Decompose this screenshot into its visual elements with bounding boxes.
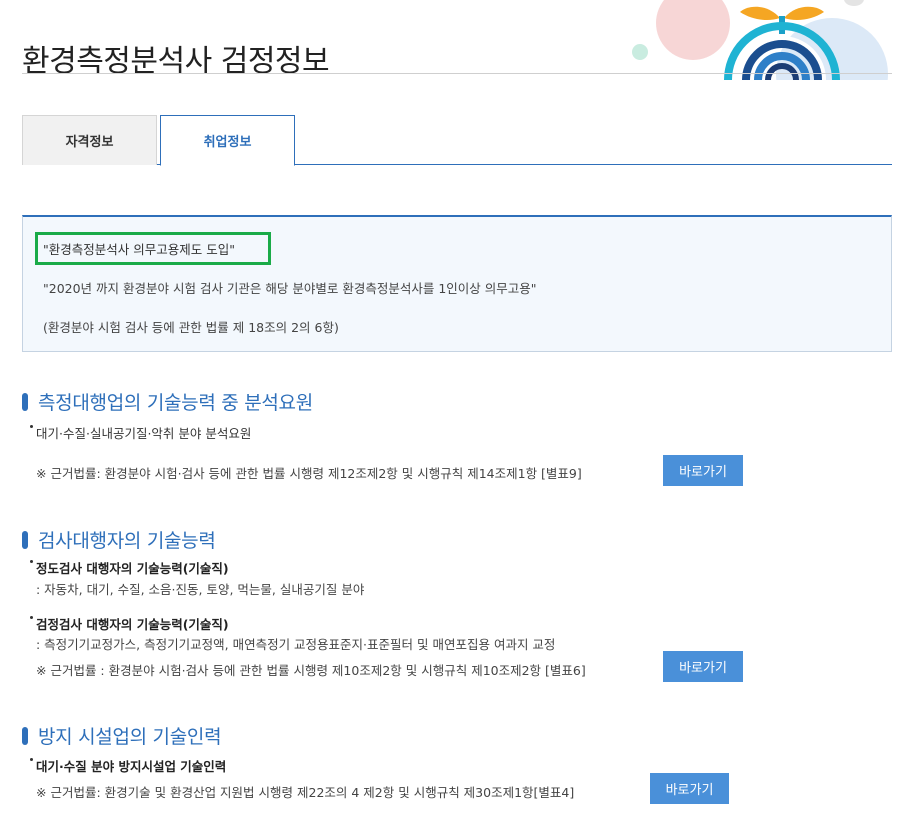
section-bullet: 검정검사 대행자의 기술능력(기술직) [30,614,229,633]
section-title: 검사대행자의 기술능력 [38,530,216,552]
sprout-rings-icon [724,6,840,80]
section-marker-icon [22,392,28,411]
tab-bar: 자격정보 취업정보 [22,115,892,166]
section-title: 측정대행업의 기술능력 중 분석요원 [38,392,313,414]
bullet-dot-icon [30,758,33,761]
bullet-text: 검정검사 대행자의 기술능력(기술직) [36,617,229,632]
section-header: 측정대행업의 기술능력 중 분석요원 [22,388,313,415]
tab-employment-info[interactable]: 취업정보 [160,115,295,166]
notice-line: "2020년 까지 환경분야 시험 검사 기관은 해당 분야별로 환경측정분석사… [43,281,537,296]
section-marker-icon [22,726,28,745]
decor-circle-pink [656,0,730,60]
legal-basis: ※ 근거법률: 환경분야 시험·검사 등에 관한 법률 시행령 제12조제2항 … [36,466,582,481]
shortcut-button[interactable]: 바로가기 [663,651,743,682]
bullet-text: 정도검사 대행자의 기술능력(기술직) [36,561,229,576]
legal-basis: ※ 근거법률: 환경기술 및 환경산업 지원법 시행령 제22조의 4 제2항 … [36,785,575,800]
notice-title: "환경측정분석사 의무고용제도 도입" [35,232,271,265]
bullet-detail: : 측정기기교정가스, 측정기기교정액, 매연측정기 교정용표준지·표준필터 및… [36,637,556,652]
legal-basis: ※ 근거법률 : 환경분야 시험·검사 등에 관한 법률 시행령 제10조제2항… [36,663,586,678]
section-bullet: 대기·수질·실내공기질·악취 분야 분석요원 [30,423,251,442]
section-bullet: 정도검사 대행자의 기술능력(기술직) [30,558,229,577]
shortcut-button[interactable]: 바로가기 [650,773,729,804]
section-header: 검사대행자의 기술능력 [22,526,216,553]
shortcut-button[interactable]: 바로가기 [663,455,743,486]
header-decoration [600,0,911,80]
decor-circle-grey [844,0,864,6]
bullet-text: 대기·수질 분야 방지시설업 기술인력 [36,759,227,774]
bullet-dot-icon [30,425,33,428]
section-bullet: 대기·수질 분야 방지시설업 기술인력 [30,756,226,775]
bullet-dot-icon [30,616,33,619]
section-title: 방지 시설업의 기술인력 [38,726,222,748]
bullet-text: 대기·수질·실내공기질·악취 분야 분석요원 [36,426,252,441]
bullet-dot-icon [30,560,33,563]
section-header: 방지 시설업의 기술인력 [22,722,222,749]
notice-box: "환경측정분석사 의무고용제도 도입" "2020년 까지 환경분야 시험 검사… [22,215,892,352]
decor-circle-mint [632,44,648,60]
notice-law-reference: (환경분야 시험 검사 등에 관한 법률 제 18조의 2의 6항) [43,320,339,335]
tab-qualification-info[interactable]: 자격정보 [22,115,157,165]
bullet-detail: : 자동차, 대기, 수질, 소음·진동, 토양, 먹는물, 실내공기질 분야 [36,582,365,597]
section-marker-icon [22,530,28,549]
title-divider [22,73,892,74]
